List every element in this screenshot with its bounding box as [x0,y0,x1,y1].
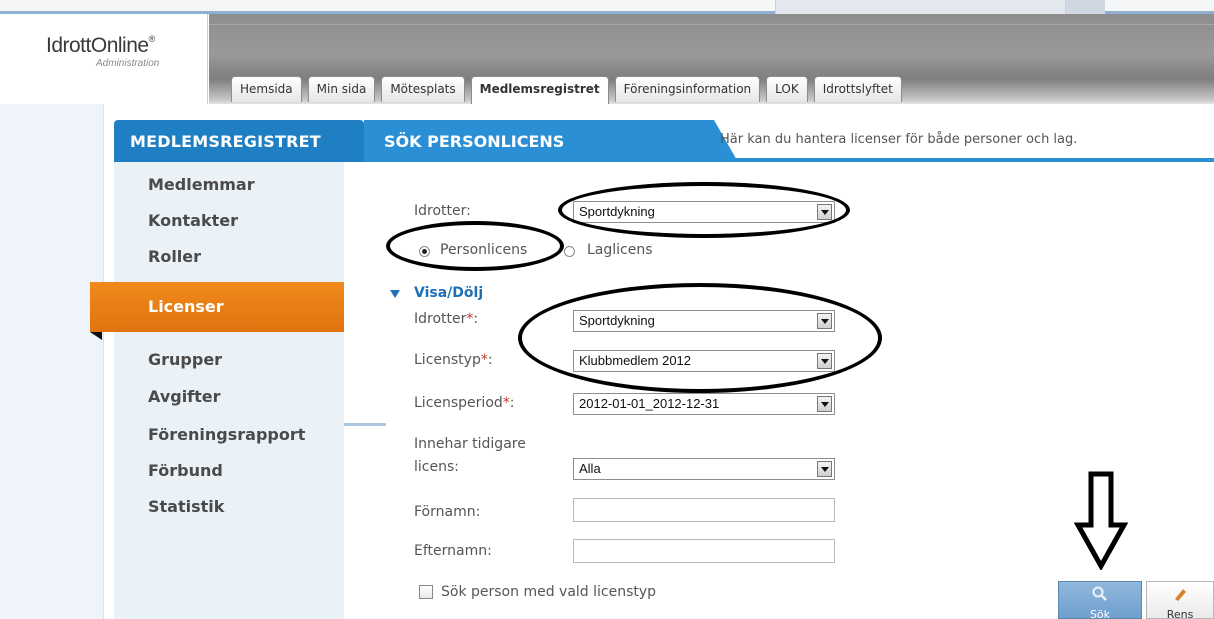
sidebar-item-foreningsrapport[interactable]: Föreningsrapport [148,425,305,444]
idrotter-top-select[interactable]: Sportdykning [573,201,835,223]
tab-min-sida[interactable]: Min sida [307,76,376,102]
innehar-label-line2: licens: [414,459,459,475]
label-colon: : [509,395,515,411]
sidebar-item-roller[interactable]: Roller [148,247,201,266]
label-colon: : [473,311,479,327]
tab-medlemsregistret[interactable]: Medlemsregistret [470,76,609,104]
licenstyp-label-text: Licenstyp [414,352,481,368]
top-strip [0,0,1214,14]
sidebar-item-kontakter[interactable]: Kontakter [148,211,238,230]
section-header-page: SÖK PERSONLICENS [364,120,738,162]
clear-button[interactable]: Rens [1146,581,1214,619]
search-icon [1092,586,1108,606]
chevron-down-icon[interactable] [817,353,832,369]
logo-registered: ® [148,34,156,44]
collapse-triangle-icon[interactable] [390,290,400,298]
logo-subtitle: Administration [96,58,160,69]
clear-button-label: Rens [1166,608,1194,619]
efternamn-field[interactable] [573,539,835,563]
innehar-select[interactable]: Alla [573,458,835,480]
innehar-value: Alla [579,461,601,476]
left-gutter [0,104,104,619]
laglicens-label: Laglicens [587,242,653,258]
licenstyp-label: Licenstyp*: [414,352,493,368]
sidebar-item-statistik[interactable]: Statistik [148,497,224,516]
required-mark: * [480,352,488,368]
tab-motesplats[interactable]: Mötesplats [381,76,465,102]
licensperiod-label-text: Licensperiod [414,395,503,411]
logo-panel: IdrottOnline® Administration [8,14,208,104]
sok-person-checkbox[interactable] [419,585,433,599]
search-button[interactable]: Sök [1058,581,1142,619]
required-mark: * [502,395,510,411]
sidebar-item-forbund[interactable]: Förbund [148,461,223,480]
sidebar-item-avgifter[interactable]: Avgifter [148,387,221,406]
tab-foreningsinformation[interactable]: Föreningsinformation [614,76,761,102]
sidebar-item-grupper[interactable]: Grupper [148,350,222,369]
eraser-icon [1172,586,1188,606]
logo-text: IdrottOnline® [46,34,155,58]
chevron-down-icon[interactable] [817,313,832,329]
innehar-label-line1: Innehar tidigare [414,436,526,452]
page-description: Här kan du hantera licenser för både per… [720,132,1078,147]
idrotter-select[interactable]: Sportdykning [573,310,835,332]
licenstyp-value: Klubbmedlem 2012 [579,353,692,368]
section-header-left: MEDLEMSREGISTRET [114,120,364,162]
idrotter-value: Sportdykning [579,313,655,328]
label-colon: : [487,352,493,368]
idrotter-label: Idrotter*: [414,311,478,327]
fornamn-field[interactable] [573,498,835,522]
top-strip-segment [775,0,1065,14]
chevron-down-icon[interactable] [817,396,832,412]
idrotter-label-text: Idrotter [414,311,467,327]
licensperiod-label: Licensperiod*: [414,395,514,411]
personlicens-label: Personlicens [440,242,528,258]
idrotter-top-value: Sportdykning [579,204,655,219]
sidebar-item-label: Licenser [148,297,224,316]
logo-main: IdrottOnline [46,34,149,57]
licenstyp-select[interactable]: Klubbmedlem 2012 [573,350,835,372]
licensperiod-value: 2012-01-01_2012-12-31 [579,396,720,411]
idrotter-top-label: Idrotter: [414,203,471,219]
section-title: MEDLEMSREGISTRET [130,132,321,151]
sidebar-item-medlemmar[interactable]: Medlemmar [148,175,255,194]
sok-person-label: Sök person med vald licenstyp [441,584,657,600]
sidebar-item-licenser[interactable]: Licenser [90,282,344,340]
efternamn-label: Efternamn: [414,543,492,559]
chevron-down-icon[interactable] [817,461,832,477]
top-strip-segment [1065,0,1105,14]
chevron-down-icon[interactable] [817,204,832,220]
tab-lok[interactable]: LOK [766,76,808,102]
tab-hemsida[interactable]: Hemsida [231,76,302,102]
arrow-down-icon [1074,471,1128,570]
visa-dolj-toggle[interactable]: Visa/Dölj [414,285,483,301]
search-button-label: Sök [1089,608,1111,619]
licensperiod-select[interactable]: 2012-01-01_2012-12-31 [573,393,835,415]
fornamn-label: Förnamn: [414,504,481,520]
laglicens-radio[interactable] [564,246,575,257]
tab-idrottslyftet[interactable]: Idrottslyftet [813,76,902,102]
divider [344,423,386,426]
main-tabs: Hemsida Min sida Mötesplats Medlemsregis… [231,76,902,104]
personlicens-radio[interactable] [419,246,430,257]
page-title: SÖK PERSONLICENS [384,132,565,151]
